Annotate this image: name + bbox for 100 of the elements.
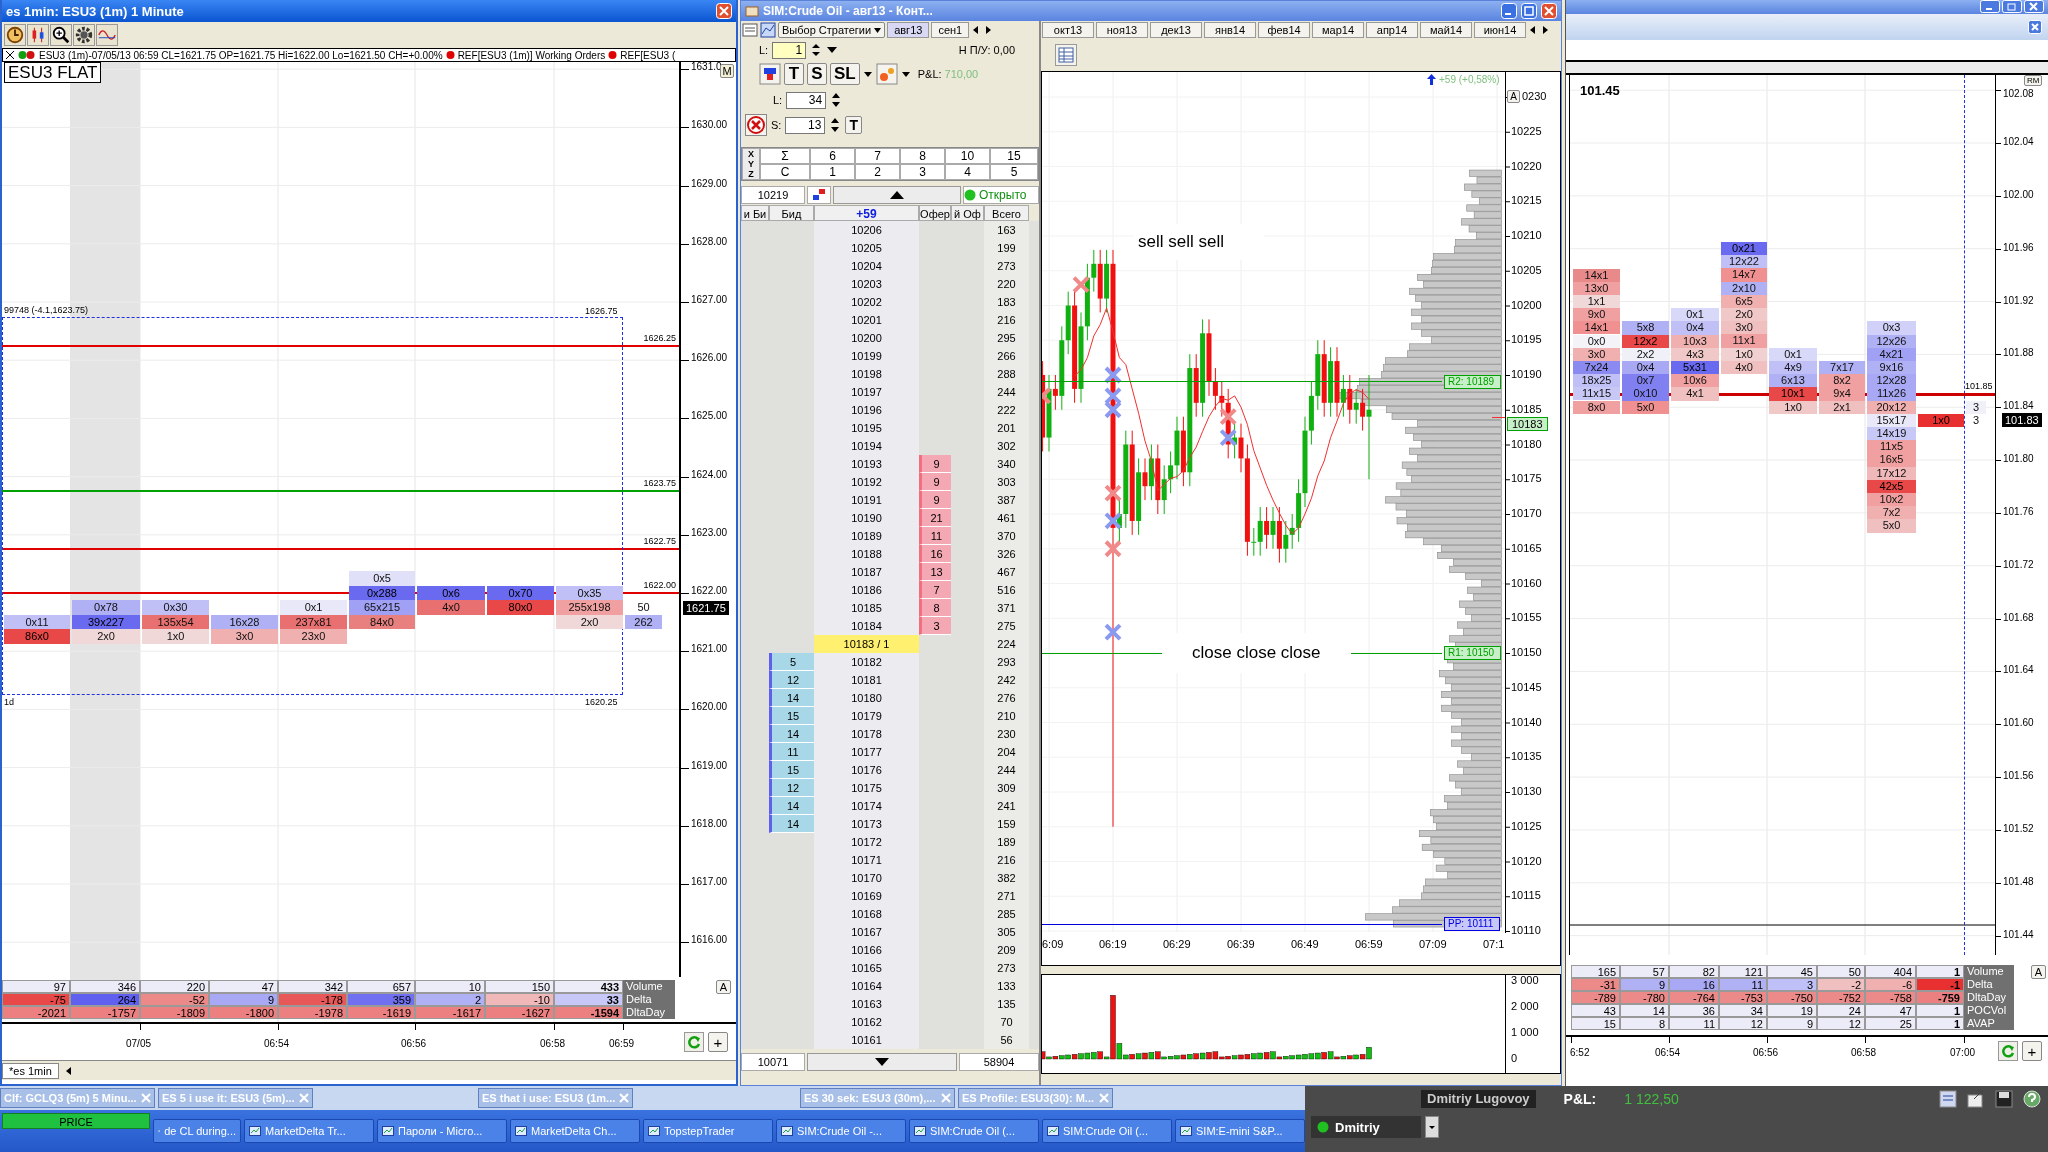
stat-cell: 12 <box>1817 1017 1865 1030</box>
stat-cell: -1800 <box>209 1006 278 1019</box>
footprint-cell: 0x6 <box>417 585 485 601</box>
contract-tab[interactable]: ноя13 <box>1096 22 1148 38</box>
volume-cell: 295 <box>984 329 1029 347</box>
contract-tab[interactable]: дек13 <box>1150 22 1202 38</box>
contract-tab[interactable]: сен1 <box>931 22 970 38</box>
quantity-cell[interactable]: C <box>760 164 810 180</box>
quantity-cell[interactable]: 15 <box>990 148 1038 164</box>
footprint-cell: 0x1 <box>1671 308 1719 322</box>
auto-scale-button[interactable]: A <box>2031 965 2046 979</box>
taskbar-item[interactable]: SIM:Crude Oil (... <box>1042 1119 1172 1143</box>
column-header[interactable]: Офер <box>919 205 951 221</box>
quantity-cell[interactable]: 8 <box>900 148 945 164</box>
price-cell: 10204 <box>814 257 919 275</box>
quantity-cell[interactable]: 5 <box>990 164 1038 180</box>
column-header[interactable]: Бид <box>769 205 814 221</box>
taskbar-item[interactable]: SIM:E-mini S&P... <box>1175 1119 1305 1143</box>
footprint-cell: 0x3 <box>1867 321 1916 335</box>
axis-label: 10185 <box>1511 402 1542 415</box>
offer-size: 11 <box>919 527 951 545</box>
column-header[interactable]: Всего <box>984 205 1029 221</box>
stop-field[interactable]: 13 <box>785 116 826 134</box>
stat-label: Volume <box>1964 965 2014 978</box>
strategy-dropdown[interactable]: Выбор Стратегии <box>778 22 886 38</box>
axis-label: 10115 <box>1511 889 1541 902</box>
column-header[interactable]: и Би <box>741 205 769 221</box>
stat-cell: 346 <box>70 980 140 993</box>
user-dropdown[interactable]: Dmitriy Lugovoy <box>1421 1090 1536 1108</box>
order-button[interactable]: SL <box>830 63 860 85</box>
level-label: PP: 10111 <box>1444 917 1501 932</box>
quantity-cell[interactable]: 2 <box>855 164 900 180</box>
contract-tab[interactable]: мар14 <box>1312 22 1364 38</box>
order-button[interactable]: T <box>845 116 862 134</box>
volume-cell: 275 <box>984 617 1029 635</box>
time-label: 07/05 <box>126 1038 152 1049</box>
auto-scale-button[interactable]: A <box>716 980 731 994</box>
order-button[interactable]: S <box>807 63 827 85</box>
taskbar-item[interactable]: TopstepTrader <box>643 1119 773 1143</box>
taskbar-item[interactable]: de CL during... <box>153 1119 241 1143</box>
taskbar-item[interactable]: MarketDelta Ch... <box>510 1119 640 1143</box>
price-cell: 10180 <box>814 689 919 707</box>
price-cell: 10162 <box>814 1013 919 1031</box>
quantity-cell[interactable]: 1 <box>810 164 855 180</box>
axis-label: 10135 <box>1511 750 1542 763</box>
time-label: 06:19 <box>1099 938 1127 950</box>
add-button[interactable]: + <box>708 1032 728 1052</box>
volume-cell: 461 <box>984 509 1029 527</box>
contract-tab[interactable]: окт13 <box>1042 22 1094 38</box>
axis-button[interactable]: RM <box>2024 75 2043 86</box>
bid-size: 12 <box>769 671 814 689</box>
taskbar-item[interactable]: Пароли - Micro... <box>377 1119 507 1143</box>
footprint-cell: 10x1 <box>1769 387 1817 401</box>
quantity-cell[interactable]: 7 <box>855 148 900 164</box>
column-header[interactable]: й Оф <box>951 205 984 221</box>
offer-size: 9 <box>919 455 951 473</box>
price-button[interactable]: PRICE <box>2 1113 150 1129</box>
volume-cell: 273 <box>984 959 1029 977</box>
stat-cell: 15 <box>1571 1017 1620 1030</box>
price-cell: 10189 <box>814 527 919 545</box>
order-button[interactable]: T <box>784 63 804 85</box>
quantity-cell[interactable]: 3 <box>900 164 945 180</box>
quantity-cell[interactable]: 6 <box>810 148 855 164</box>
axis-label: 102.08 <box>2003 88 2034 100</box>
volume-cell: 204 <box>984 743 1029 761</box>
price-cell: 10175 <box>814 779 919 797</box>
reference-label: REF[ESU3 (1m)] Working Orders <box>457 49 606 61</box>
axis-label: 10160 <box>1511 576 1542 589</box>
contract-tab[interactable]: авг13 <box>887 22 930 38</box>
total-volume: 58904 <box>959 1053 1039 1071</box>
axis-button[interactable]: A <box>1507 90 1520 103</box>
window-title: es 1min: ESU3 (1m) 1 Minute <box>6 3 185 19</box>
axis-button[interactable]: M <box>720 64 734 78</box>
stat-cell: 24 <box>1817 1004 1865 1017</box>
limit-field[interactable]: 34 <box>786 91 827 109</box>
taskbar-item[interactable]: SIM:Crude Oil -... <box>776 1119 906 1143</box>
quantity-cell[interactable]: Σ <box>760 148 810 164</box>
lots-field[interactable]: 1 <box>772 41 807 59</box>
taskbar-item[interactable]: SIM:Crude Oil (... <box>909 1119 1039 1143</box>
volume-cell: 163 <box>984 221 1029 239</box>
chart-tab[interactable]: *es 1min <box>2 1062 59 1079</box>
axis-label: 1620.00 <box>691 701 728 713</box>
contract-tab[interactable]: фев14 <box>1258 22 1310 38</box>
contract-tab[interactable]: май14 <box>1420 22 1472 38</box>
contract-tab[interactable]: янв14 <box>1204 22 1256 38</box>
contract-tab[interactable]: июн14 <box>1474 22 1526 38</box>
contract-tab[interactable]: апр14 <box>1366 22 1418 38</box>
quantity-cell[interactable]: 4 <box>945 164 990 180</box>
taskbar-item[interactable]: MarketDelta Tr... <box>244 1119 374 1143</box>
price-cell: 10195 <box>814 419 919 437</box>
volume-cell: 340 <box>984 455 1029 473</box>
axis-label: 101.68 <box>2003 611 2034 623</box>
footprint-cell: 11x5 <box>1867 440 1916 454</box>
add-button[interactable]: + <box>2022 1041 2042 1061</box>
login-field[interactable]: Dmitriy <box>1311 1116 1421 1138</box>
footprint-cell: 8x0 <box>1573 400 1620 414</box>
stat-cell: 9 <box>209 993 278 1006</box>
column-header[interactable]: +59 <box>814 205 919 221</box>
quantity-cell[interactable]: 10 <box>945 148 990 164</box>
price-cell: 10167 <box>814 923 919 941</box>
